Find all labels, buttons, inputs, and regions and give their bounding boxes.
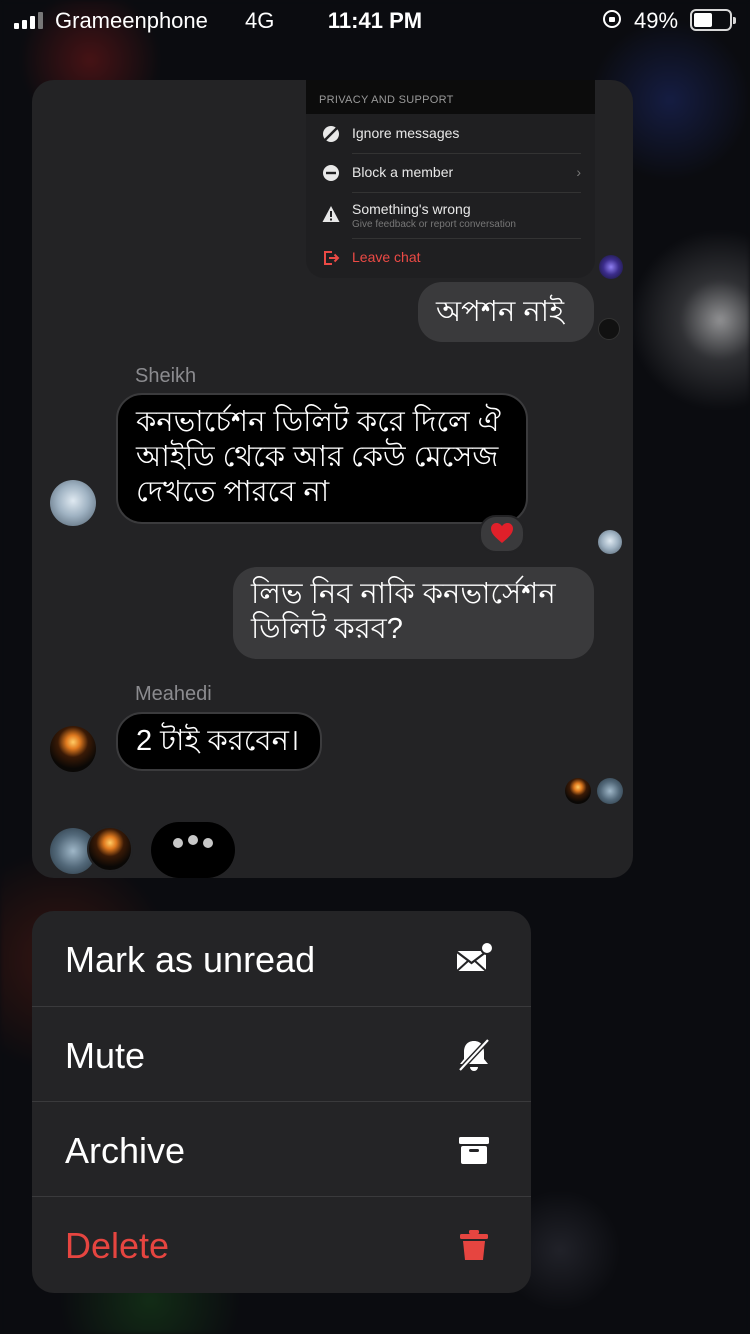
read-receipt-avatar [597, 778, 623, 804]
menu-item-archive[interactable]: Archive [32, 1101, 531, 1197]
screenshot-item-block: Block a member › [306, 153, 595, 193]
screenshot-item-something-wrong: Something's wrong Give feedback or repor… [306, 192, 595, 238]
trash-icon [460, 1230, 488, 1260]
read-receipt-avatar [598, 530, 622, 554]
sender-name: Meahedi [135, 683, 212, 705]
mark-unread-icon [456, 941, 492, 972]
conversation-preview[interactable]: PRIVACY AND SUPPORT Ignore messages Bloc… [32, 80, 633, 878]
leave-icon [324, 251, 340, 265]
message-bubble-incoming[interactable]: 2 টাই করবেন। [116, 712, 322, 771]
read-receipt-avatar [598, 318, 620, 340]
typing-user-avatar [87, 826, 133, 872]
battery-percent: 49% [634, 8, 679, 33]
menu-item-mute[interactable]: Mute [32, 1006, 531, 1102]
sender-avatar[interactable] [50, 726, 96, 772]
sender-name: Sheikh [135, 365, 197, 387]
block-icon [323, 165, 339, 181]
message-bubble-outgoing[interactable]: অপশন নাই [418, 282, 594, 342]
message-bubble-outgoing[interactable]: লিভ নিব নাকি কনভার্সেশন ডিলিট করব? [233, 567, 594, 659]
warning-icon [322, 206, 340, 222]
menu-item-delete[interactable]: Delete [32, 1196, 531, 1292]
archive-icon [459, 1137, 489, 1164]
heart-icon [491, 523, 513, 543]
typing-indicator [151, 822, 235, 878]
shared-screenshot-image[interactable]: PRIVACY AND SUPPORT Ignore messages Bloc… [306, 80, 595, 278]
status-bar: Grameenphone 4G 11:41 PM 49% [0, 0, 750, 42]
read-receipt-avatar [599, 255, 623, 279]
context-menu: Mark as unread Mute Archive Delete [32, 911, 531, 1293]
screenshot-item-leave: Leave chat [306, 238, 595, 278]
menu-item-mark-unread[interactable]: Mark as unread [32, 911, 531, 1006]
screenshot-item-ignore: Ignore messages [306, 114, 595, 154]
message-bubble-incoming[interactable]: কনভার্চেশন ডিলিট করে দিলে ঐ আইডি থেকে আর… [116, 393, 528, 524]
chevron-right-icon: › [576, 164, 581, 180]
bell-slash-icon [458, 1038, 490, 1072]
screenshot-menu-header: PRIVACY AND SUPPORT [306, 80, 595, 114]
sender-avatar[interactable] [50, 480, 96, 526]
reaction-badge[interactable] [479, 515, 525, 553]
battery-icon [690, 9, 736, 31]
read-receipt-avatar [565, 778, 591, 804]
ignore-icon [323, 126, 339, 142]
orientation-lock-icon [603, 10, 621, 28]
